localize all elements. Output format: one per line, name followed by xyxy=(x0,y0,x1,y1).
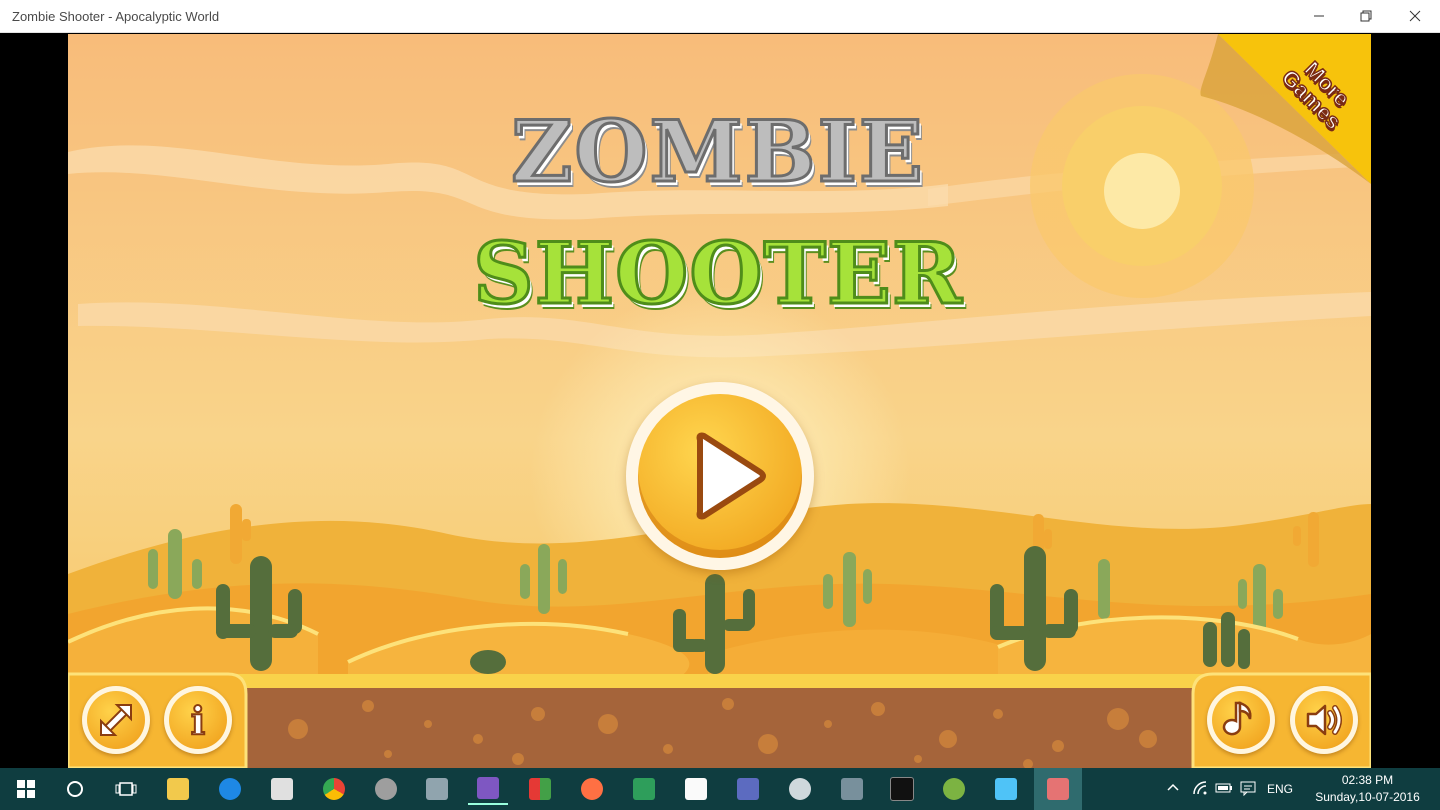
restore-button[interactable] xyxy=(1343,0,1389,32)
clock[interactable]: 02:38 PM Sunday,10-07-2016 xyxy=(1305,772,1430,806)
expand-arrows-icon xyxy=(100,704,132,736)
app-icon xyxy=(737,778,759,800)
edge-icon xyxy=(219,778,241,800)
visual-studio-icon xyxy=(477,777,499,799)
app-icon xyxy=(841,778,863,800)
info-button[interactable]: i xyxy=(164,686,232,754)
fullscreen-button[interactable] xyxy=(82,686,150,754)
taskbar-app[interactable] xyxy=(366,773,406,805)
close-button[interactable] xyxy=(1392,0,1438,32)
zombie-shooter-icon xyxy=(1047,778,1069,800)
tray-expand-icon[interactable] xyxy=(1166,780,1180,797)
calculator-icon xyxy=(271,778,293,800)
close-icon xyxy=(1409,10,1421,22)
taskbar: ENG 02:38 PM Sunday,10-07-2016 xyxy=(0,768,1440,810)
cmd-icon xyxy=(890,777,914,801)
taskbar-app[interactable] xyxy=(624,773,664,805)
taskbar-app[interactable] xyxy=(210,773,250,805)
taskbar-app[interactable] xyxy=(520,773,560,805)
window-title: Zombie Shooter - Apocalyptic World xyxy=(12,9,220,24)
firefox-icon xyxy=(581,778,603,800)
taskbar-app[interactable] xyxy=(314,773,354,805)
ground-top xyxy=(68,674,1371,688)
vnc-icon xyxy=(685,778,707,800)
android-studio-icon xyxy=(943,778,965,800)
windows-start-icon xyxy=(17,780,35,798)
app-icon xyxy=(633,778,655,800)
logo-zombie: ZOMBIE xyxy=(510,101,925,203)
taskbar-app[interactable] xyxy=(934,773,974,805)
app-icon xyxy=(789,778,811,800)
file-explorer-icon xyxy=(167,778,189,800)
taskbar-app[interactable] xyxy=(262,773,302,805)
taskbar-app[interactable] xyxy=(832,773,872,805)
task-view-icon xyxy=(115,782,137,796)
play-button[interactable] xyxy=(626,382,814,570)
play-icon xyxy=(696,432,766,520)
taskbar-app[interactable] xyxy=(780,773,820,805)
language-indicator[interactable]: ENG xyxy=(1267,782,1293,796)
music-note-icon xyxy=(1222,701,1252,736)
app-icon xyxy=(375,778,397,800)
taskbar-app[interactable] xyxy=(572,773,612,805)
info-icon: i xyxy=(190,697,207,744)
speaker-icon xyxy=(1306,704,1342,736)
app-icon xyxy=(426,778,448,800)
task-view-button[interactable] xyxy=(106,773,146,805)
taskbar-app[interactable] xyxy=(158,773,198,805)
start-button[interactable] xyxy=(6,773,46,805)
taskbar-app[interactable] xyxy=(417,773,457,805)
logo-shooter: SHOOTER xyxy=(472,223,964,325)
game-canvas[interactable]: More Games ZOMBIE SHOOTER i xyxy=(68,34,1371,768)
cortana-icon xyxy=(67,781,83,797)
taskbar-app[interactable] xyxy=(676,773,716,805)
app-icon xyxy=(529,778,551,800)
taskbar-app[interactable] xyxy=(882,773,922,805)
sun xyxy=(1104,153,1180,229)
taskbar-app[interactable] xyxy=(986,773,1026,805)
notifications-icon[interactable] xyxy=(1240,780,1256,799)
chrome-icon xyxy=(323,778,345,800)
minimize-button[interactable] xyxy=(1296,0,1342,32)
window-titlebar: Zombie Shooter - Apocalyptic World xyxy=(0,0,1440,33)
clock-time: 02:38 PM xyxy=(1341,773,1394,787)
taskbar-app-active[interactable] xyxy=(1034,768,1082,810)
taskbar-app[interactable] xyxy=(728,773,768,805)
music-button[interactable] xyxy=(1207,686,1275,754)
battery-icon[interactable] xyxy=(1215,780,1233,799)
clock-date: Sunday,10-07-2016 xyxy=(1315,790,1420,804)
app-icon xyxy=(995,778,1017,800)
restore-icon xyxy=(1360,10,1372,22)
wifi-icon[interactable] xyxy=(1192,780,1208,799)
taskbar-app[interactable] xyxy=(468,773,508,805)
sound-button[interactable] xyxy=(1290,686,1358,754)
cortana-button[interactable] xyxy=(55,773,95,805)
ground-soil xyxy=(68,688,1371,768)
minimize-icon xyxy=(1314,15,1324,17)
